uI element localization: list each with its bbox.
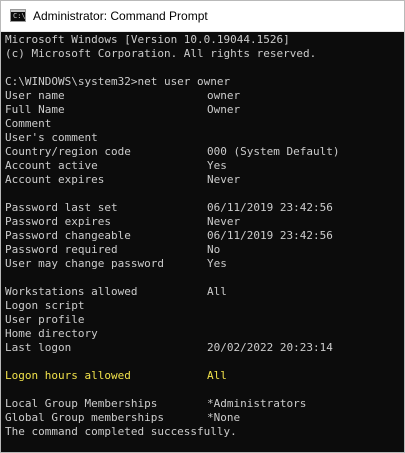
info-value: 000 (System Default) — [207, 145, 340, 158]
info-value: Yes — [207, 257, 227, 270]
command-prompt-window: C:\ Administrator: Command Prompt Micros… — [0, 0, 405, 453]
info-row-home-directory: Home directory — [5, 327, 98, 341]
info-row-global-group-memberships: Global Group memberships *None — [5, 411, 240, 425]
info-label: User's comment — [5, 131, 98, 144]
info-row-user-profile: User profile — [5, 313, 84, 327]
window-title: Administrator: Command Prompt — [33, 9, 208, 23]
info-label: Password required — [5, 243, 118, 256]
info-label: Comment — [5, 117, 52, 130]
info-row-local-group-memberships: Local Group Memberships *Administrators — [5, 397, 306, 411]
command-line: C:\WINDOWS\system32>net user owner — [5, 75, 231, 88]
info-row-password-changeable: Password changeable 06/11/2019 23:42:56 — [5, 229, 333, 243]
info-value: All — [207, 369, 227, 382]
info-label: Password changeable — [5, 229, 131, 242]
info-row-account-expires: Account expires Never — [5, 173, 240, 187]
version-line: Microsoft Windows [Version 10.0.19044.15… — [5, 33, 290, 46]
info-row-workstations-allowed: Workstations allowed All — [5, 285, 227, 299]
info-label: Logon hours allowed — [5, 369, 131, 382]
info-label: Full Name — [5, 103, 65, 116]
info-value: Yes — [207, 159, 227, 172]
info-label: Account active — [5, 159, 98, 172]
copyright-line: (c) Microsoft Corporation. All rights re… — [5, 47, 317, 60]
info-label: User may change password — [5, 257, 164, 270]
title-bar[interactable]: C:\ Administrator: Command Prompt — [1, 1, 404, 32]
info-row-user-may-change-password: User may change password Yes — [5, 257, 227, 271]
info-row-user-name: User name owner — [5, 89, 240, 103]
info-label: User name — [5, 89, 65, 102]
info-row-users-comment: User's comment — [5, 131, 98, 145]
info-value: *None — [207, 411, 241, 424]
info-row-full-name: Full Name Owner — [5, 103, 240, 117]
info-label: Local Group Memberships — [5, 397, 158, 410]
info-value: No — [207, 243, 221, 256]
command-prompt-icon: C:\ — [10, 9, 26, 22]
info-row-password-expires: Password expires Never — [5, 215, 240, 229]
info-label: Password expires — [5, 215, 111, 228]
completion-message: The command completed successfully. — [5, 425, 237, 438]
info-label: Global Group memberships — [5, 411, 164, 424]
info-label: Last logon — [5, 341, 72, 354]
info-label: Account expires — [5, 173, 105, 186]
info-label: Workstations allowed — [5, 285, 138, 298]
command-prompt-icon-text: C:\ — [13, 12, 26, 20]
info-row-logon-script: Logon script — [5, 299, 84, 313]
info-row-comment: Comment — [5, 117, 51, 131]
info-row-last-logon: Last logon 20/02/2022 20:23:14 — [5, 341, 333, 355]
info-value: All — [207, 285, 227, 298]
info-value: 06/11/2019 23:42:56 — [207, 229, 333, 242]
info-label: Country/region code — [5, 145, 131, 158]
info-row-password-last-set: Password last set 06/11/2019 23:42:56 — [5, 201, 333, 215]
console-output[interactable]: Microsoft Windows [Version 10.0.19044.15… — [1, 32, 404, 452]
info-label: Password last set — [5, 201, 118, 214]
info-label: Home directory — [5, 327, 98, 340]
info-value: 06/11/2019 23:42:56 — [207, 201, 333, 214]
info-value: Never — [207, 215, 241, 228]
info-row-account-active: Account active Yes — [5, 159, 227, 173]
info-row-country-code: Country/region code 000 (System Default) — [5, 145, 339, 159]
info-row-password-required: Password required No — [5, 243, 220, 257]
info-label: Logon script — [5, 299, 85, 312]
info-value: *Administrators — [207, 397, 307, 410]
info-value: 20/02/2022 20:23:14 — [207, 341, 333, 354]
info-value: Never — [207, 173, 241, 186]
info-label: User profile — [5, 313, 85, 326]
info-value: Owner — [207, 103, 241, 116]
info-value: owner — [207, 89, 241, 102]
info-row-logon-hours-allowed: Logon hours allowed All — [5, 369, 227, 383]
